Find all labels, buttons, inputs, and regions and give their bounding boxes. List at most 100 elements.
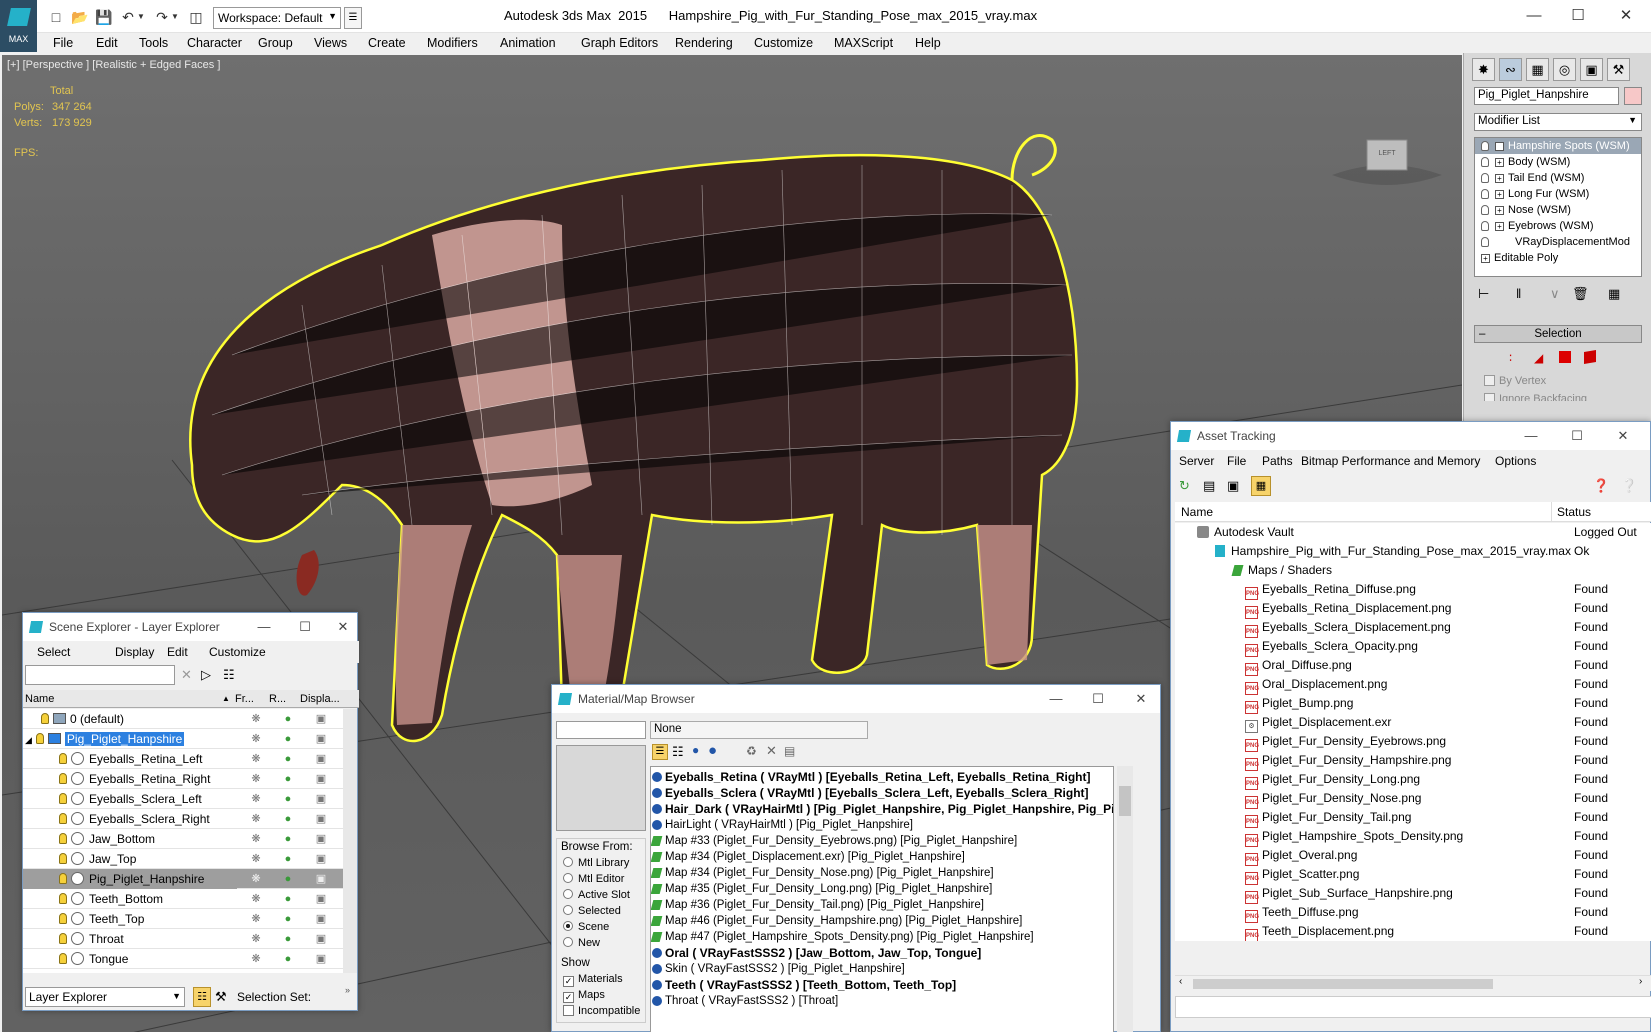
maximize-button[interactable]: ☐: [1084, 687, 1112, 711]
object-row[interactable]: Jaw_Bottom ❋ ● ▣: [23, 829, 343, 849]
display-box-icon[interactable]: ▣: [306, 929, 336, 949]
map-item[interactable]: Map #35 (Piglet_Fur_Density_Long.png) [P…: [651, 881, 1113, 897]
scroll-thumb[interactable]: [1193, 979, 1493, 989]
asset-row[interactable]: PNG Piglet_Fur_Density_Eyebrows.png Found: [1175, 732, 1651, 752]
freeze-icon[interactable]: ❋: [241, 749, 271, 769]
layer-mode-icon[interactable]: ☷: [193, 987, 211, 1007]
menu-bitmap-performance[interactable]: Bitmap Performance and Memory: [1301, 454, 1480, 468]
asset-row[interactable]: Maps / Shaders: [1175, 561, 1651, 580]
material-item[interactable]: HairLight ( VRayHairMtl ) [Pig_Piglet_Ha…: [651, 817, 1113, 833]
asset-row[interactable]: PNG Eyeballs_Sclera_Opacity.png Found: [1175, 637, 1651, 657]
maximize-button[interactable]: ☐: [1556, 4, 1600, 28]
project-folder-icon[interactable]: ◫: [186, 7, 206, 27]
selection-rollout[interactable]: – Selection: [1474, 325, 1642, 343]
asset-row[interactable]: Hampshire_Pig_with_Fur_Standing_Pose_max…: [1175, 542, 1651, 561]
modifier-stack-item[interactable]: + Body (WSM): [1475, 154, 1641, 170]
checkbox-incompatible[interactable]: Incompatible: [563, 1005, 640, 1017]
freeze-icon[interactable]: ❋: [241, 909, 271, 929]
list-view-icon[interactable]: ▤: [1203, 478, 1215, 494]
bulb-icon[interactable]: [59, 853, 67, 864]
table-view-icon[interactable]: ▦: [1251, 476, 1271, 496]
configure-sets-icon[interactable]: ▦: [1608, 286, 1620, 302]
display-box-icon[interactable]: ▣: [306, 949, 336, 969]
menu-options[interactable]: Options: [1495, 454, 1536, 468]
object-row[interactable]: Pig_Piglet_Hanpshire ❋ ● ▣: [23, 869, 343, 889]
menu-file[interactable]: File: [1227, 454, 1246, 468]
freeze-icon[interactable]: ❋: [241, 769, 271, 789]
render-teapot-icon[interactable]: ●: [273, 809, 303, 829]
update-scene-icon[interactable]: ♻: [746, 744, 757, 758]
asset-row[interactable]: PNG Teeth_Diffuse.png Found: [1175, 903, 1651, 923]
expand-icon[interactable]: +: [1495, 158, 1504, 167]
asset-row[interactable]: Autodesk Vault Logged Out: [1175, 523, 1651, 542]
radio-active-slot[interactable]: Active Slot: [563, 889, 630, 901]
asset-row[interactable]: PNG Piglet_Sub_Surface_Hanpshire.png Found: [1175, 884, 1651, 904]
object-row[interactable]: Jaw_Top ❋ ● ▣: [23, 849, 343, 869]
menu-maxscript[interactable]: MAXScript: [834, 36, 893, 50]
menu-paths[interactable]: Paths: [1262, 454, 1293, 468]
freeze-icon[interactable]: ❋: [241, 829, 271, 849]
column-status[interactable]: Status: [1557, 502, 1591, 522]
material-item[interactable]: Teeth ( VRayFastSSS2 ) [Teeth_Bottom, Te…: [651, 977, 1113, 993]
collapse-arrow-icon[interactable]: ◢: [25, 735, 32, 745]
object-row[interactable]: Eyeballs_Retina_Right ❋ ● ▣: [23, 769, 343, 789]
modifier-stack-item[interactable]: + Long Fur (WSM): [1475, 186, 1641, 202]
layer-row[interactable]: ◢ Pig_Piglet_Hanpshire ❋ ● ▣: [23, 729, 343, 749]
view-tree-icon[interactable]: ☷: [672, 744, 684, 760]
object-name-field[interactable]: Pig_Piglet_Hanpshire: [1474, 87, 1619, 105]
freeze-icon[interactable]: ❋: [241, 729, 271, 749]
viewport-label[interactable]: [+] [Perspective ] [Realistic + Edged Fa…: [7, 59, 220, 71]
menu-graph-editors[interactable]: Graph Editors: [581, 36, 658, 50]
scrollbar[interactable]: [1117, 766, 1133, 1032]
material-item[interactable]: Eyeballs_Retina ( VRayMtl ) [Eyeballs_Re…: [651, 769, 1113, 785]
modifier-stack-item[interactable]: + Eyebrows (WSM): [1475, 218, 1641, 234]
redo-icon[interactable]: ↷: [152, 7, 172, 27]
display-box-icon[interactable]: ▣: [306, 789, 336, 809]
close-button[interactable]: ✕: [1127, 687, 1155, 711]
create-tab-icon[interactable]: ✸: [1472, 58, 1495, 81]
map-item[interactable]: Map #34 (Piglet_Displacement.exr) [Pig_P…: [651, 849, 1113, 865]
menu-select[interactable]: Select: [37, 645, 70, 659]
menu-tools[interactable]: Tools: [139, 36, 168, 50]
render-teapot-icon[interactable]: ●: [273, 889, 303, 909]
render-teapot-icon[interactable]: ●: [273, 709, 303, 729]
display-box-icon[interactable]: ▣: [306, 709, 336, 729]
bulb-icon[interactable]: [1481, 173, 1489, 183]
bulb-icon[interactable]: [59, 773, 67, 784]
display-box-icon[interactable]: ▣: [306, 769, 336, 789]
save-icon[interactable]: 💾: [94, 7, 114, 27]
display-tab-icon[interactable]: ▣: [1580, 58, 1603, 81]
small-sphere-icon[interactable]: ●: [692, 743, 699, 757]
asset-row[interactable]: PNG Piglet_Bump.png Found: [1175, 694, 1651, 714]
close-button[interactable]: ✕: [329, 615, 357, 639]
modifier-stack-item[interactable]: VRayDisplacementMod: [1475, 234, 1641, 250]
radio-mtl-library[interactable]: Mtl Library: [563, 857, 629, 869]
bulb-icon[interactable]: [59, 813, 67, 824]
map-item[interactable]: Map #36 (Piglet_Fur_Density_Tail.png) [P…: [651, 897, 1113, 913]
properties-icon[interactable]: ▤: [784, 744, 795, 758]
search-input[interactable]: [556, 721, 646, 739]
menu-customize[interactable]: Customize: [209, 645, 266, 659]
freeze-icon[interactable]: ❋: [241, 789, 271, 809]
radio-selected[interactable]: Selected: [563, 905, 621, 917]
clear-search-icon[interactable]: ✕: [181, 667, 192, 683]
border-icon[interactable]: [1559, 351, 1571, 363]
material-item[interactable]: Skin ( VRayFastSSS2 ) [Pig_Piglet_Hanpsh…: [651, 961, 1113, 977]
column-name[interactable]: Name: [1181, 502, 1213, 522]
object-row[interactable]: Throat ❋ ● ▣: [23, 929, 343, 949]
render-teapot-icon[interactable]: ●: [273, 909, 303, 929]
material-item[interactable]: Hair_Dark ( VRayHairMtl ) [Pig_Piglet_Ha…: [651, 801, 1113, 817]
menu-views[interactable]: Views: [314, 36, 347, 50]
checkbox-maps[interactable]: ✓ Maps: [563, 989, 605, 1003]
menu-help[interactable]: Help: [915, 36, 941, 50]
column-render[interactable]: R...: [269, 690, 286, 708]
asset-row[interactable]: ⚙ Piglet_Displacement.exr Found: [1175, 713, 1651, 733]
render-teapot-icon[interactable]: ●: [273, 729, 303, 749]
expand-icon[interactable]: +: [1495, 142, 1504, 151]
object-row[interactable]: Eyeballs_Retina_Left ❋ ● ▣: [23, 749, 343, 769]
bulb-icon[interactable]: [1481, 157, 1489, 167]
edge-icon[interactable]: ◢: [1534, 351, 1543, 365]
asset-row[interactable]: PNG Eyeballs_Sclera_Displacement.png Found: [1175, 618, 1651, 638]
bulb-icon[interactable]: [59, 833, 67, 844]
radio-mtl-editor[interactable]: Mtl Editor: [563, 873, 624, 885]
